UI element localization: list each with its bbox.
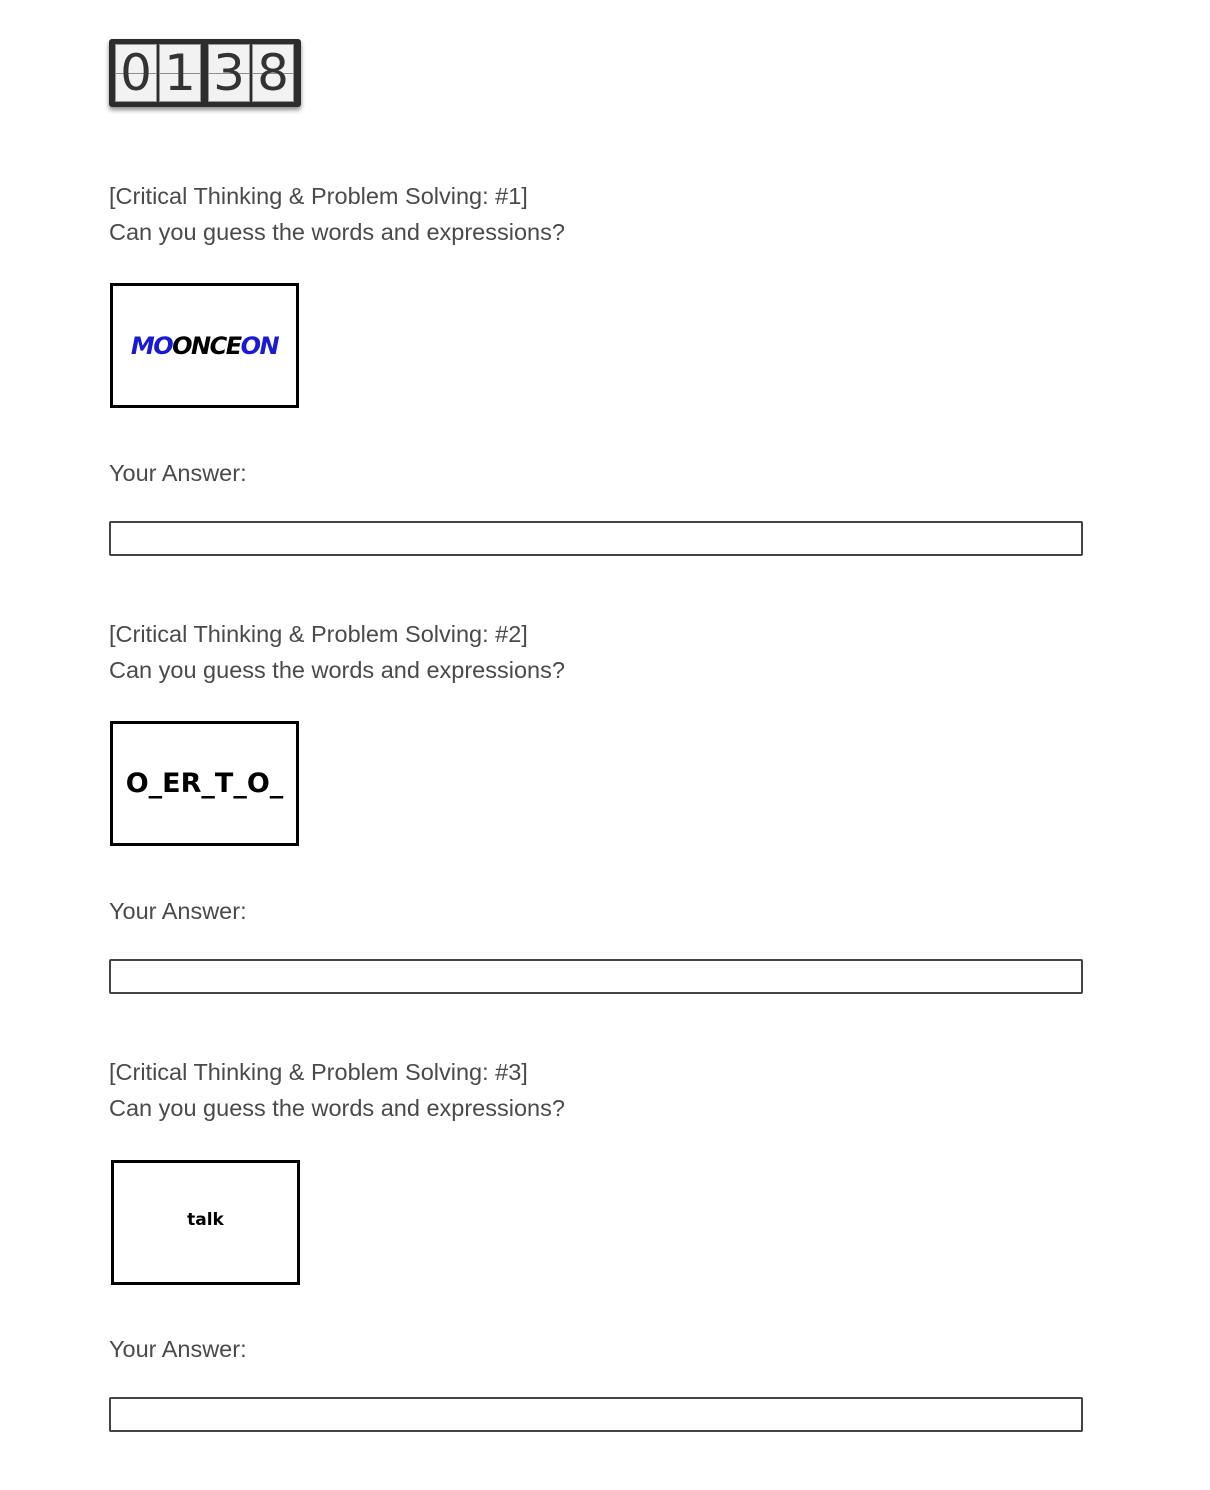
puzzle-segment: MO: [130, 331, 174, 360]
question-title: [Critical Thinking & Problem Solving: #2…: [109, 621, 528, 647]
puzzle-image: talk: [111, 1160, 300, 1285]
question-title: [Critical Thinking & Problem Solving: #3…: [109, 1059, 528, 1085]
timer-digit: 0: [115, 44, 157, 102]
puzzle-text: MOONCEON: [130, 331, 280, 360]
puzzle-text: O_ER_T_O_: [125, 768, 284, 799]
puzzle-text: talk: [187, 1209, 224, 1230]
question-prompt: Can you guess the words and expressions?: [109, 1095, 565, 1121]
timer-digit: 3: [208, 44, 250, 102]
question-3: [Critical Thinking & Problem Solving: #3…: [109, 1054, 1083, 1432]
question-prompt: Can you guess the words and expressions?: [109, 219, 565, 245]
answer-input[interactable]: [109, 1397, 1083, 1432]
countdown-timer: 0 1 3 8: [109, 39, 301, 107]
answer-label: Your Answer:: [109, 898, 247, 924]
puzzle-segment: ONCE: [172, 331, 242, 360]
question-title: [Critical Thinking & Problem Solving: #1…: [109, 183, 528, 209]
answer-input[interactable]: [109, 521, 1083, 556]
question-2: [Critical Thinking & Problem Solving: #2…: [109, 616, 1083, 994]
timer-digit: 1: [159, 44, 201, 102]
puzzle-segment: ON: [240, 331, 280, 360]
puzzle-image: O_ER_T_O_: [110, 721, 299, 846]
timer-minutes: 0 1: [115, 44, 201, 102]
timer-seconds: 3 8: [208, 44, 294, 102]
question-1: [Critical Thinking & Problem Solving: #1…: [109, 178, 1083, 556]
answer-label: Your Answer:: [109, 460, 247, 486]
timer-digit: 8: [252, 44, 294, 102]
question-prompt: Can you guess the words and expressions?: [109, 657, 565, 683]
puzzle-image: MOONCEON: [110, 283, 299, 408]
answer-input[interactable]: [109, 959, 1083, 994]
answer-label: Your Answer:: [109, 1336, 247, 1362]
